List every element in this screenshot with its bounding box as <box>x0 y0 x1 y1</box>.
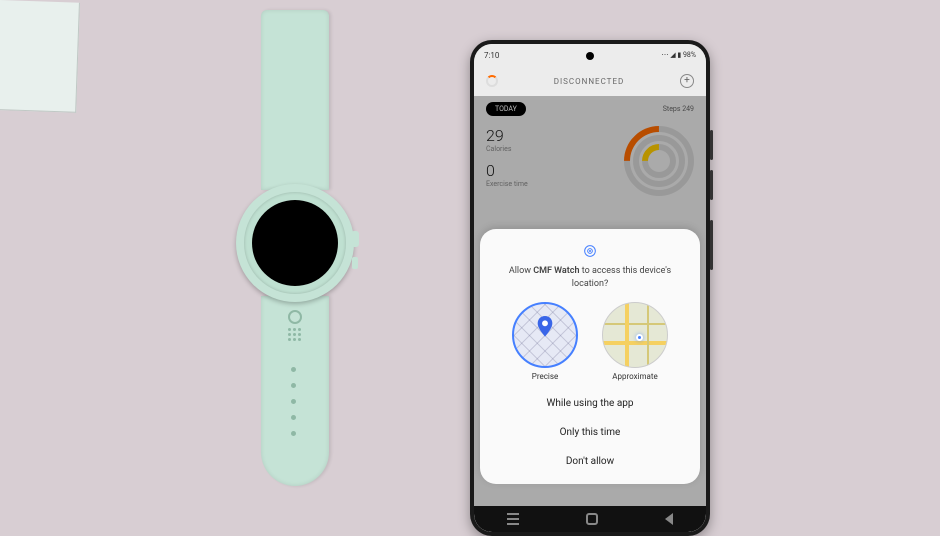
dont-allow-button[interactable]: Don't allow <box>492 447 688 476</box>
watch-face <box>236 184 354 302</box>
precise-location-option[interactable]: Precise <box>509 302 581 381</box>
product-box-corner <box>0 0 80 113</box>
nav-recents-button[interactable] <box>507 513 519 525</box>
precise-map-icon <box>512 302 578 368</box>
map-pin-icon <box>536 316 554 342</box>
precise-label: Precise <box>509 372 581 381</box>
app-header: DISCONNECTED + <box>474 66 706 96</box>
perm-app-name: CMF Watch <box>533 266 579 276</box>
watch-screen <box>252 200 338 286</box>
status-icons: ⋯ ◢ ▮ 98% <box>662 51 696 59</box>
connection-status-label: DISCONNECTED <box>554 77 625 86</box>
nav-back-button[interactable] <box>665 513 673 525</box>
band-logo-deco <box>288 310 302 341</box>
nav-home-button[interactable] <box>586 513 598 525</box>
watch-side-button <box>352 257 358 269</box>
perm-text-prefix: Allow <box>509 266 533 276</box>
permission-dialog: Allow CMF Watch to access this device's … <box>480 229 700 484</box>
approximate-location-option[interactable]: Approximate <box>599 302 671 381</box>
watch-crown <box>351 231 359 247</box>
watch-band-bottom <box>261 296 329 486</box>
status-time: 7:10 <box>484 51 499 60</box>
location-icon <box>582 243 598 259</box>
smartwatch <box>230 10 360 490</box>
phone-power-button <box>710 220 713 270</box>
allow-only-this-time-button[interactable]: Only this time <box>492 418 688 447</box>
phone-screen: 7:10 ⋯ ◢ ▮ 98% DISCONNECTED + TODAY Step… <box>474 44 706 532</box>
allow-while-using-button[interactable]: While using the app <box>492 389 688 418</box>
android-nav-bar <box>474 506 706 532</box>
phone-volume-down <box>710 170 713 200</box>
front-camera <box>586 52 594 60</box>
band-holes <box>291 356 299 447</box>
perm-text-suffix: to access this device's location? <box>572 266 671 289</box>
approximate-map-icon <box>602 302 668 368</box>
add-button[interactable]: + <box>680 74 694 88</box>
permission-question: Allow CMF Watch to access this device's … <box>492 265 688 290</box>
approximate-label: Approximate <box>599 372 671 381</box>
watch-band-top <box>261 10 329 190</box>
phone-volume-up <box>710 130 713 160</box>
loading-spinner-icon <box>486 75 498 87</box>
phone-device: 7:10 ⋯ ◢ ▮ 98% DISCONNECTED + TODAY Step… <box>470 40 710 536</box>
